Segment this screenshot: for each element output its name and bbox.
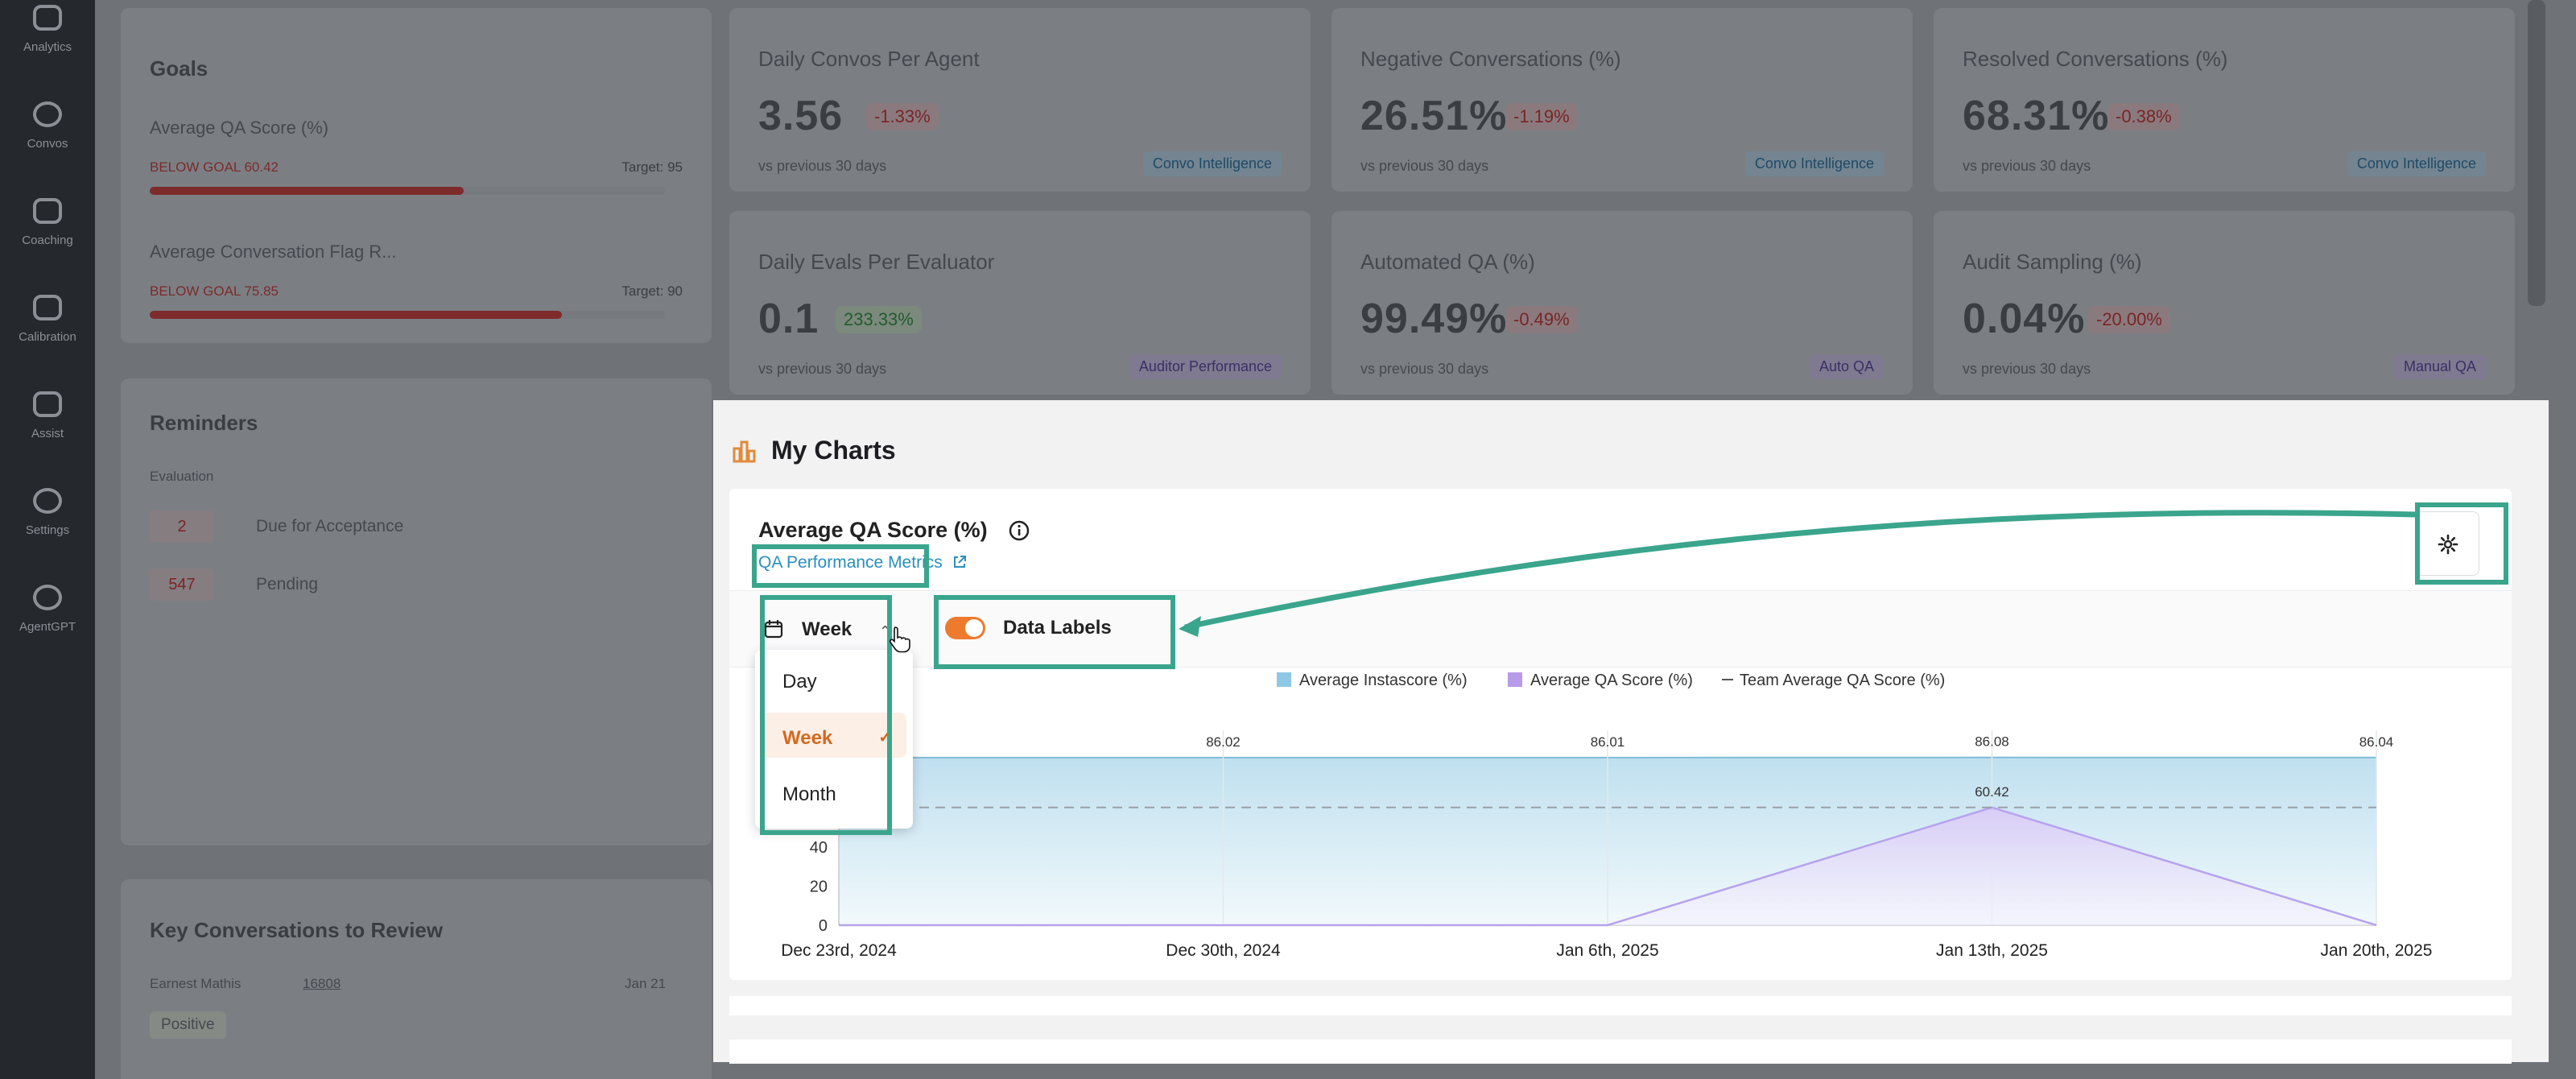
stat-delta: -0.49% [1505,306,1578,333]
stat-tag[interactable]: Auditor Performance [1129,354,1282,379]
reminders-title: Reminders [150,411,258,435]
sidebar-item-agentgpt[interactable]: AgentGPT [0,585,95,634]
stat-card: Resolved Conversations (%) 68.31% -0.38%… [1934,8,2515,192]
sidebar-item-label: AgentGPT [19,620,76,634]
stat-comparison: vs previous 30 days [758,361,887,377]
stat-delta: -20.00% [2088,306,2170,333]
stat-card: Audit Sampling (%) 0.04% -20.00% vs prev… [1934,211,2515,395]
key-conversations-title: Key Conversations to Review [150,918,444,942]
sentiment-badge: Positive [150,1011,226,1039]
stat-tag[interactable]: Auto QA [1809,354,1884,379]
stat-comparison: vs previous 30 days [1963,158,2091,174]
sidebar-item-settings[interactable]: Settings [0,488,95,537]
goal-target: Target: 95 [621,159,683,175]
goal-title: Average Conversation Flag R... [150,242,397,262]
goal-status: BELOW GOAL 75.85 [150,283,279,299]
goal-progress-bar [150,311,665,319]
stat-card: Daily Convos Per Agent 3.56 -1.33% vs pr… [729,8,1311,192]
reminder-count: 2 [150,511,214,543]
stat-value: 26.51% [1360,93,1508,139]
agent-icon [33,585,62,610]
sidebar: Analytics Convos Coaching Calibration As… [0,0,95,1079]
stat-title: Negative Conversations (%) [1360,47,1621,71]
stat-comparison: vs previous 30 days [1360,158,1489,174]
stat-value: 0.1 [758,296,819,342]
goals-card: Goals Average QA Score (%) BELOW GOAL 60… [121,8,712,343]
sidebar-item-label: Coaching [22,234,73,247]
sidebar-item-calibration[interactable]: Calibration [0,295,95,344]
stat-value: 0.04% [1963,296,2086,342]
hand-cursor-icon [889,626,910,653]
stat-tag[interactable]: Manual QA [2393,354,2486,379]
stat-delta: -1.33% [866,103,939,130]
chat-icon [33,101,62,127]
goal-title: Average QA Score (%) [150,118,329,138]
sidebar-item-assist[interactable]: Assist [0,391,95,440]
goals-title: Goals [150,56,208,81]
sidebar-item-label: Assist [31,427,64,440]
sidebar-item-coaching[interactable]: Coaching [0,198,95,247]
stat-title: Daily Convos Per Agent [758,47,980,71]
reminders-card: Reminders Evaluation 2 Due for Acceptanc… [121,378,712,845]
sidebar-item-analytics[interactable]: Analytics [0,5,95,54]
my-charts-panel: My Charts Average QA Score (%) QA Perfor… [713,400,2549,1064]
stat-value: 68.31% [1963,93,2110,139]
stat-tag[interactable]: Convo Intelligence [1744,151,1884,176]
stat-title: Resolved Conversations (%) [1963,47,2228,71]
reminder-label[interactable]: Pending [256,575,318,594]
goal-progress-bar [150,187,665,195]
page-scrollbar[interactable] [2528,0,2545,306]
conversation-date: Jan 21 [625,976,667,991]
conversation-agent: Earnest Mathis [150,976,242,991]
conversation-id-link[interactable]: 16808 [303,976,341,992]
sidebar-item-convos[interactable]: Convos [0,101,95,151]
stat-delta: -0.38% [2107,103,2180,130]
stat-title: Audit Sampling (%) [1963,250,2142,274]
stat-comparison: vs previous 30 days [1963,361,2091,377]
reminder-count: 547 [150,568,214,601]
stat-value: 3.56 [758,93,844,139]
sidebar-item-label: Calibration [19,330,76,344]
key-conversations-card: Key Conversations to Review Earnest Math… [121,879,712,1079]
sidebar-item-label: Analytics [23,40,72,54]
goal-progress-fill [150,187,464,195]
goal-target: Target: 90 [621,283,683,299]
reminders-section: Evaluation [150,469,214,484]
stat-card: Daily Evals Per Evaluator 0.1 233.33% vs… [729,211,1311,395]
annotation-arrow [1179,510,2417,637]
stat-card: Automated QA (%) 99.49% -0.49% vs previo… [1331,211,1913,395]
stat-card: Negative Conversations (%) 26.51% -1.19%… [1331,8,1913,192]
calibration-icon [33,295,62,320]
stat-value: 99.49% [1360,296,1508,342]
goal-progress-fill [150,311,562,319]
stat-title: Daily Evals Per Evaluator [758,250,995,274]
stat-comparison: vs previous 30 days [758,158,887,174]
stat-title: Automated QA (%) [1360,250,1535,274]
goal-status: BELOW GOAL 60.42 [150,159,279,175]
stat-tag[interactable]: Convo Intelligence [2347,151,2486,176]
clipboard-icon [33,198,62,224]
stat-delta: -1.19% [1505,103,1578,130]
reminder-label[interactable]: Due for Acceptance [256,517,403,536]
gear-icon [33,488,62,514]
stat-delta: 233.33% [836,306,922,333]
sidebar-item-label: Convos [27,137,68,151]
monitor-icon [33,391,62,417]
sidebar-item-label: Settings [25,523,70,537]
home-icon [33,5,62,31]
stat-tag[interactable]: Convo Intelligence [1142,151,1282,176]
stat-comparison: vs previous 30 days [1360,361,1489,377]
